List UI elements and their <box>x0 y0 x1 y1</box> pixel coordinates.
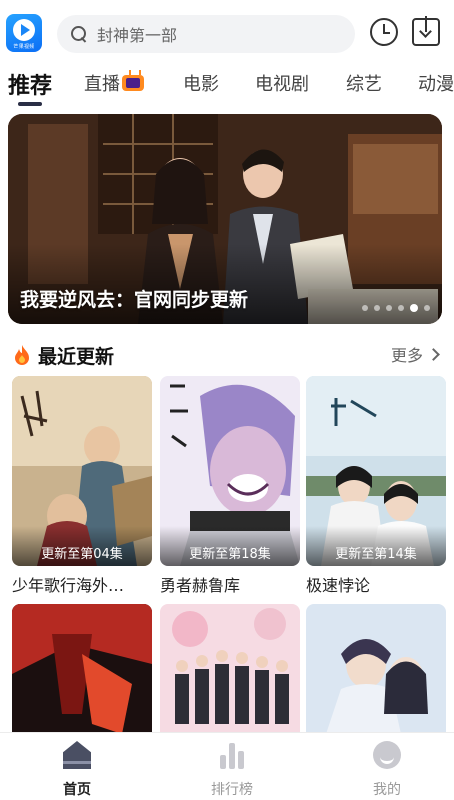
nav-ranking[interactable]: 排行榜 <box>182 733 282 800</box>
header-bar: 芒果视频 封神第一部 <box>0 0 454 62</box>
bottom-nav: 首页 排行榜 我的 <box>0 732 454 800</box>
poster-image <box>306 604 446 734</box>
nav-me-label: 我的 <box>373 782 401 798</box>
card-title: 极速悖论 <box>306 576 371 595</box>
video-card-poster[interactable] <box>306 604 446 734</box>
nav-me[interactable]: 我的 <box>337 733 437 800</box>
profile-icon <box>373 741 401 769</box>
video-card[interactable]: 更新至第04集 少年歌行海外… <box>12 376 152 596</box>
card-title: 少年歌行海外… <box>12 576 125 595</box>
poster-image <box>160 604 300 734</box>
play-icon <box>13 18 35 41</box>
episode-badge: 更新至第18集 <box>189 547 271 562</box>
tab-live-label: 直播 <box>84 74 120 95</box>
tv-icon <box>122 75 144 91</box>
poster: 更新至第04集 <box>12 376 152 566</box>
video-card[interactable]: 更新至第14集 极速悖论 <box>306 376 446 596</box>
banner-title: 我要逆风去：官网同步更新 <box>20 289 249 311</box>
home-icon <box>63 741 91 769</box>
banner-dot[interactable] <box>398 305 404 311</box>
nav-home-label: 首页 <box>63 782 91 798</box>
video-card[interactable]: 更新至第18集 勇者赫鲁库 <box>160 376 300 596</box>
episode-badge: 更新至第04集 <box>41 547 123 562</box>
tab-tv-series[interactable]: 电视剧 <box>255 70 309 96</box>
banner-dot[interactable] <box>374 305 380 311</box>
more-link[interactable]: 更多 <box>390 342 440 366</box>
banner-pagination <box>362 304 430 312</box>
tab-movie[interactable]: 电影 <box>183 70 219 96</box>
ranking-icon <box>218 741 246 769</box>
hero-banner[interactable]: 我要逆风去：官网同步更新 <box>8 114 442 324</box>
video-card-poster[interactable] <box>160 604 300 734</box>
banner-dot[interactable] <box>362 305 368 311</box>
banner-dot-active[interactable] <box>410 304 418 312</box>
active-tab-indicator <box>18 102 42 106</box>
tab-recommend[interactable]: 推荐 <box>8 68 52 100</box>
video-card-poster[interactable] <box>12 604 152 734</box>
fire-icon <box>15 345 29 365</box>
app-logo-text: 芒果视频 <box>13 43 35 50</box>
search-placeholder: 封神第一部 <box>97 26 178 45</box>
tab-live[interactable]: 直播 <box>84 70 144 96</box>
tab-variety[interactable]: 综艺 <box>346 70 382 96</box>
search-icon <box>71 26 87 42</box>
poster: 更新至第14集 <box>306 376 446 566</box>
app-logo[interactable]: 芒果视频 <box>6 14 42 52</box>
tab-anime[interactable]: 动漫 <box>418 70 454 96</box>
recent-updates-header: 最近更新 更多 <box>12 340 442 370</box>
poster: 更新至第18集 <box>160 376 300 566</box>
search-input[interactable]: 封神第一部 <box>57 15 355 53</box>
chevron-right-icon <box>427 348 440 361</box>
section-title: 最近更新 <box>38 346 115 368</box>
category-tabs: 推荐 直播 电影 电视剧 综艺 动漫 <box>0 62 454 106</box>
nav-ranking-label: 排行榜 <box>211 782 253 798</box>
banner-dot[interactable] <box>424 305 430 311</box>
banner-dot[interactable] <box>386 305 392 311</box>
card-title: 勇者赫鲁库 <box>160 576 241 595</box>
history-icon[interactable] <box>370 18 398 46</box>
banner-gradient <box>8 244 442 324</box>
nav-home[interactable]: 首页 <box>27 733 127 800</box>
episode-badge: 更新至第14集 <box>335 547 417 562</box>
more-label: 更多 <box>390 346 423 365</box>
download-icon[interactable] <box>412 16 440 46</box>
poster-image <box>12 604 152 734</box>
